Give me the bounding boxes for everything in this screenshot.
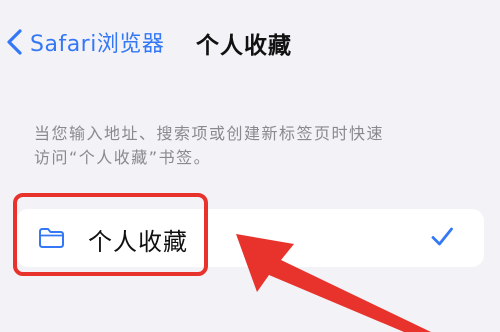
page-title: 个人收藏 [196,33,292,59]
checkmark-icon [431,227,453,246]
section-footer-text: 当您输入地址、搜索项或创建新标签页时快速 访问“个人收藏”书签。 [34,122,474,170]
highlight-annotation-box [13,193,208,276]
footer-line-2: 访问“个人收藏”书签。 [34,148,212,167]
navigation-bar: Safari浏览器 个人收藏 [0,0,500,84]
back-button[interactable]: Safari浏览器 [4,22,164,62]
chevron-left-icon [7,29,22,55]
footer-line-1: 当您输入地址、搜索项或创建新标签页时快速 [34,124,385,143]
back-button-label: Safari浏览器 [30,32,165,57]
